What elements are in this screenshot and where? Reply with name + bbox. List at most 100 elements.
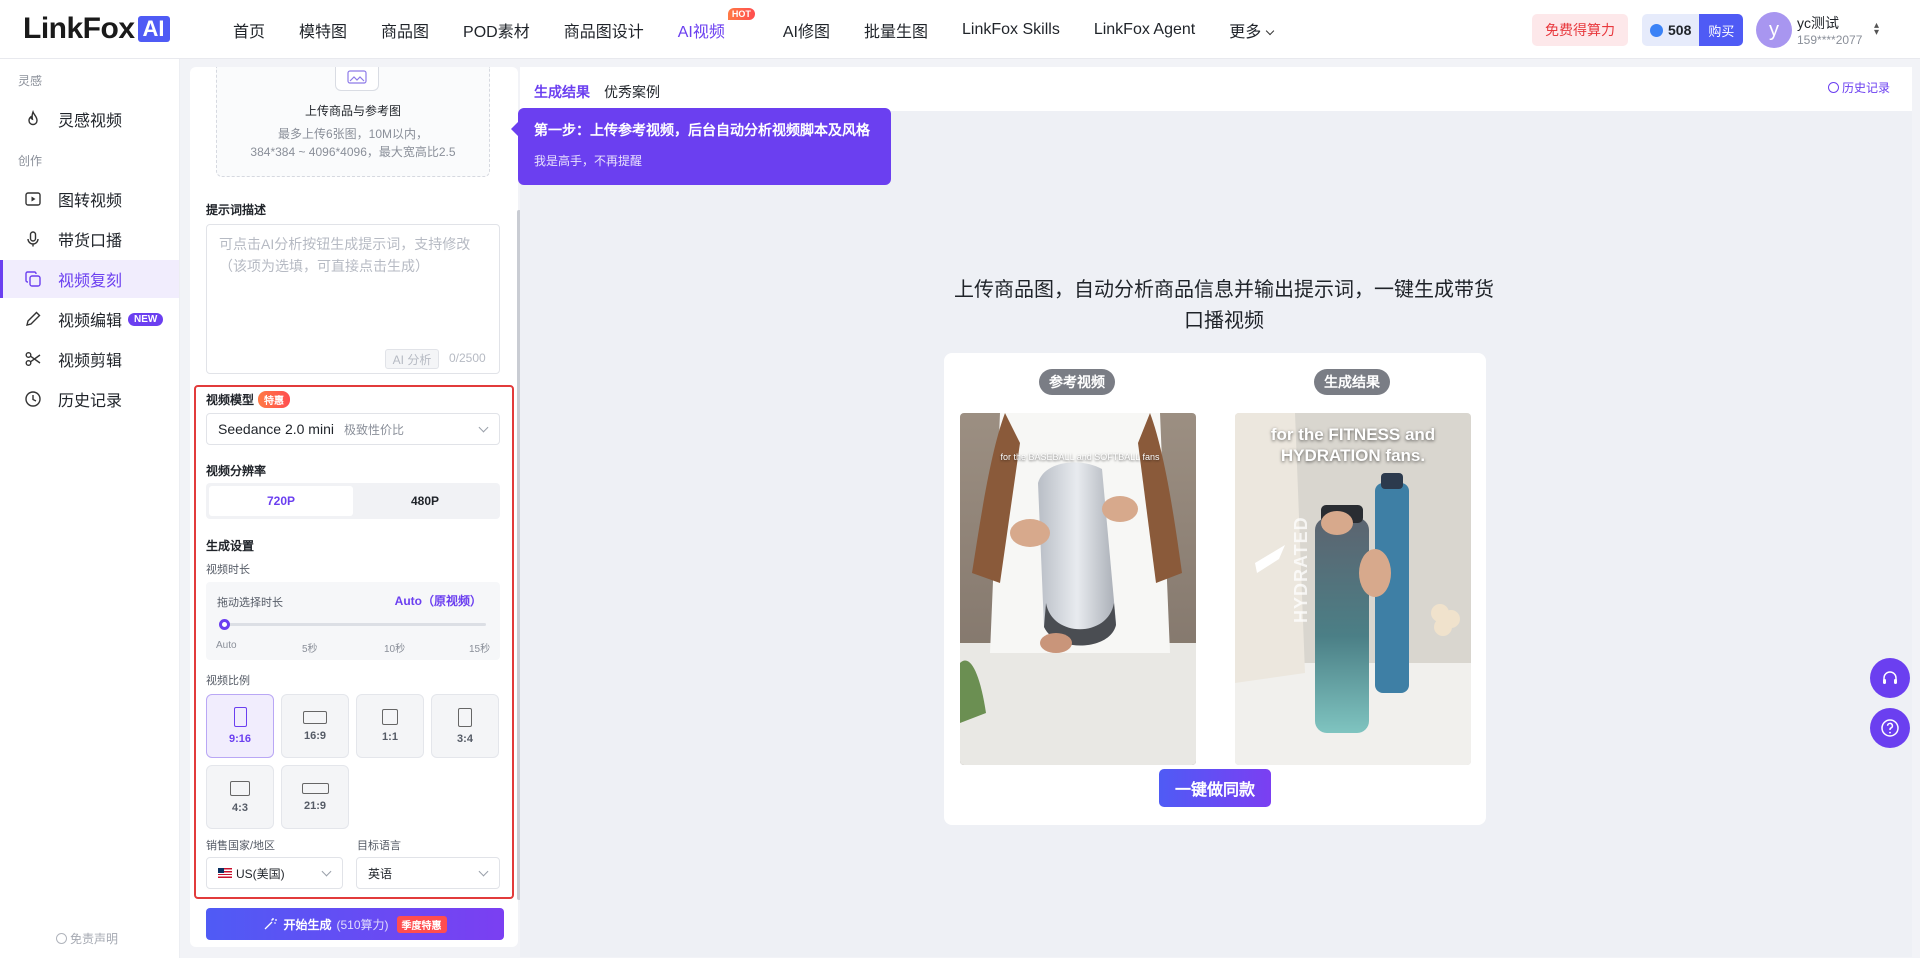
resolution-toggle: 720P 480P xyxy=(206,483,500,519)
ratio-option-9-16[interactable]: 9:16 xyxy=(206,694,274,758)
sidebar-item-livestream-talk[interactable]: 带货口播 xyxy=(0,220,179,258)
quarterly-offer-badge: 季度特惠 xyxy=(396,915,447,933)
buy-button[interactable]: 购买 xyxy=(1699,14,1744,46)
sidebar-item-label: 带货口播 xyxy=(58,233,123,250)
tick-15s: 15秒 xyxy=(469,644,491,655)
top-nav: LinkFox AI 首页 模特图 商品图 POD素材 商品图设计 AI视频 H… xyxy=(0,0,1920,59)
copy-icon xyxy=(24,270,42,288)
ratio-label-text: 21:9 xyxy=(303,799,327,812)
sidebar-item-video-replicate[interactable]: 视频复刻 xyxy=(0,260,179,298)
portrait-ratio-icon xyxy=(233,707,247,727)
duration-label: 视频时长 xyxy=(206,564,250,576)
credit-drop-icon xyxy=(1650,23,1663,37)
model-tag: 极致性价比 xyxy=(343,422,404,437)
make-same-button[interactable]: 一键做同款 xyxy=(1159,769,1271,807)
question-icon xyxy=(1881,719,1899,737)
tab-generated-results[interactable]: 生成结果 xyxy=(534,82,590,102)
account-switch-icon[interactable]: ▴ ▾ xyxy=(1874,21,1879,38)
results-headline: 上传商品图，自动分析商品信息并输出提示词，一键生成带货口播视频 xyxy=(954,279,1494,332)
info-icon xyxy=(56,933,67,944)
tooltip-dismiss-link[interactable]: 我是高手，不再提醒 xyxy=(534,152,642,169)
landscape-ratio-icon xyxy=(230,780,250,796)
duration-slider-track[interactable] xyxy=(223,623,486,626)
upload-dropzone[interactable]: 上传商品与参考图 最多上传6张图，10M以内， 384*384 ~ 4096*4… xyxy=(216,67,490,177)
microphone-icon xyxy=(24,230,42,248)
disclaimer-link[interactable]: 免责声明 xyxy=(56,930,118,947)
region-label: 销售国家/地区 xyxy=(206,840,276,852)
resolution-option-720p[interactable]: 720P xyxy=(209,486,353,516)
clock-icon xyxy=(24,390,42,408)
ratio-option-21-9[interactable]: 21:9 xyxy=(281,765,349,829)
user-name[interactable]: yc测试 xyxy=(1797,13,1839,33)
nav-batch-generate[interactable]: 批量生图 xyxy=(864,18,928,42)
duration-slider-handle[interactable] xyxy=(219,619,230,630)
brand-logo[interactable]: LinkFox AI xyxy=(23,12,170,45)
ratio-option-1-1[interactable]: 1:1 xyxy=(356,694,424,758)
results-tabs: 生成结果 优秀案例 历史记录 xyxy=(520,67,1912,111)
prompt-placeholder: 可点击AI分析按钮生成提示词，支持修改（该项为选填，可直接点击生成） xyxy=(219,236,471,274)
avatar[interactable]: y xyxy=(1756,12,1792,48)
credits-widget: 508 购买 xyxy=(1642,14,1744,46)
ratio-label-text: 16:9 xyxy=(303,729,327,742)
landscape-ratio-icon xyxy=(303,710,327,724)
sidebar-item-video-clip[interactable]: 视频剪辑 xyxy=(0,340,179,378)
reference-video-thumbnail[interactable]: for the BASEBALL and SOFTBALL fans xyxy=(960,413,1196,765)
result-video-pill: 生成结果 xyxy=(1314,369,1390,395)
sidebar-item-label: 视频剪辑 xyxy=(58,353,123,370)
customer-service-button[interactable] xyxy=(1870,658,1910,698)
sidebar-item-inspiration-video[interactable]: 灵感视频 xyxy=(0,100,179,138)
nav-ai-retouch[interactable]: AI修图 xyxy=(783,18,830,42)
nav-linkfox-agent[interactable]: LinkFox Agent xyxy=(1094,21,1195,39)
chevron-down-icon xyxy=(478,866,489,877)
ratio-option-16-9[interactable]: 16:9 xyxy=(281,694,349,758)
sidebar-item-label: 视频编辑 xyxy=(58,313,123,330)
chevron-down-icon xyxy=(1266,26,1275,35)
image-upload-icon xyxy=(335,67,379,91)
ratio-label-text: 3:4 xyxy=(457,732,473,745)
ratio-label-text: 9:16 xyxy=(228,733,252,745)
free-credits-button[interactable]: 免费得算力 xyxy=(1532,14,1628,46)
duration-hint: 拖动选择时长 xyxy=(217,597,283,609)
sidebar-item-label: 视频复刻 xyxy=(58,273,123,290)
region-select[interactable]: US(美国) xyxy=(206,857,343,889)
nav-ai-video-label: AI视频 xyxy=(677,23,725,41)
history-link[interactable]: 历史记录 xyxy=(1827,79,1890,96)
section-label-create: 创作 xyxy=(18,154,43,168)
nav-pod-assets[interactable]: POD素材 xyxy=(463,18,530,42)
credits-value: 508 xyxy=(1668,22,1692,38)
start-generate-button[interactable]: 开始生成 (510算力) 季度特惠 xyxy=(206,908,504,940)
duration-value: Auto（原视频） xyxy=(394,594,482,608)
model-select[interactable]: Seedance 2.0 mini 极致性价比 xyxy=(206,413,500,445)
nav-more[interactable]: 更多 xyxy=(1229,18,1275,42)
nav-more-label: 更多 xyxy=(1229,23,1262,41)
tab-showcase[interactable]: 优秀案例 xyxy=(604,82,660,102)
resolution-label: 视频分辨率 xyxy=(206,464,267,478)
language-select[interactable]: 英语 xyxy=(356,857,500,889)
ratio-option-3-4[interactable]: 3:4 xyxy=(431,694,499,758)
nav-product-image[interactable]: 商品图 xyxy=(381,18,429,42)
prompt-textarea[interactable]: 可点击AI分析按钮生成提示词，支持修改（该项为选填，可直接点击生成） AI 分析… xyxy=(206,224,500,374)
ai-analyze-button[interactable]: AI 分析 xyxy=(385,349,439,369)
history-link-label: 历史记录 xyxy=(1841,81,1890,95)
tick-10s: 10秒 xyxy=(384,644,406,655)
ratio-option-4-3[interactable]: 4:3 xyxy=(206,765,274,829)
nav-model-image[interactable]: 模特图 xyxy=(299,18,347,42)
nav-product-design[interactable]: 商品图设计 xyxy=(564,18,644,42)
sidebar-item-label: 图转视频 xyxy=(58,193,123,210)
model-label-text: 视频模型 xyxy=(206,393,255,407)
tick-auto: Auto xyxy=(216,640,237,651)
flame-icon xyxy=(24,110,42,128)
sidebar-item-video-edit[interactable]: 视频编辑 NEW xyxy=(0,300,179,338)
nav-ai-video[interactable]: AI视频 HOT xyxy=(677,7,755,42)
hot-badge: HOT xyxy=(727,7,755,20)
resolution-option-480p[interactable]: 480P xyxy=(353,486,497,516)
nav-home[interactable]: 首页 xyxy=(233,18,265,42)
sidebar-item-history[interactable]: 历史记录 xyxy=(0,380,179,418)
pencil-icon xyxy=(24,310,42,328)
upload-hint: 最多上传6张图，10M以内， 384*384 ~ 4096*4096，最大宽高比… xyxy=(217,125,489,161)
help-button[interactable] xyxy=(1870,708,1910,748)
nav-linkfox-skills[interactable]: LinkFox Skills xyxy=(962,21,1060,39)
result-video-thumbnail[interactable]: for the FITNESS and HYDRATION fans. HYDR… xyxy=(1235,413,1471,765)
widescreen-ratio-icon xyxy=(301,782,329,794)
sidebar-item-image-to-video[interactable]: 图转视频 xyxy=(0,180,179,218)
